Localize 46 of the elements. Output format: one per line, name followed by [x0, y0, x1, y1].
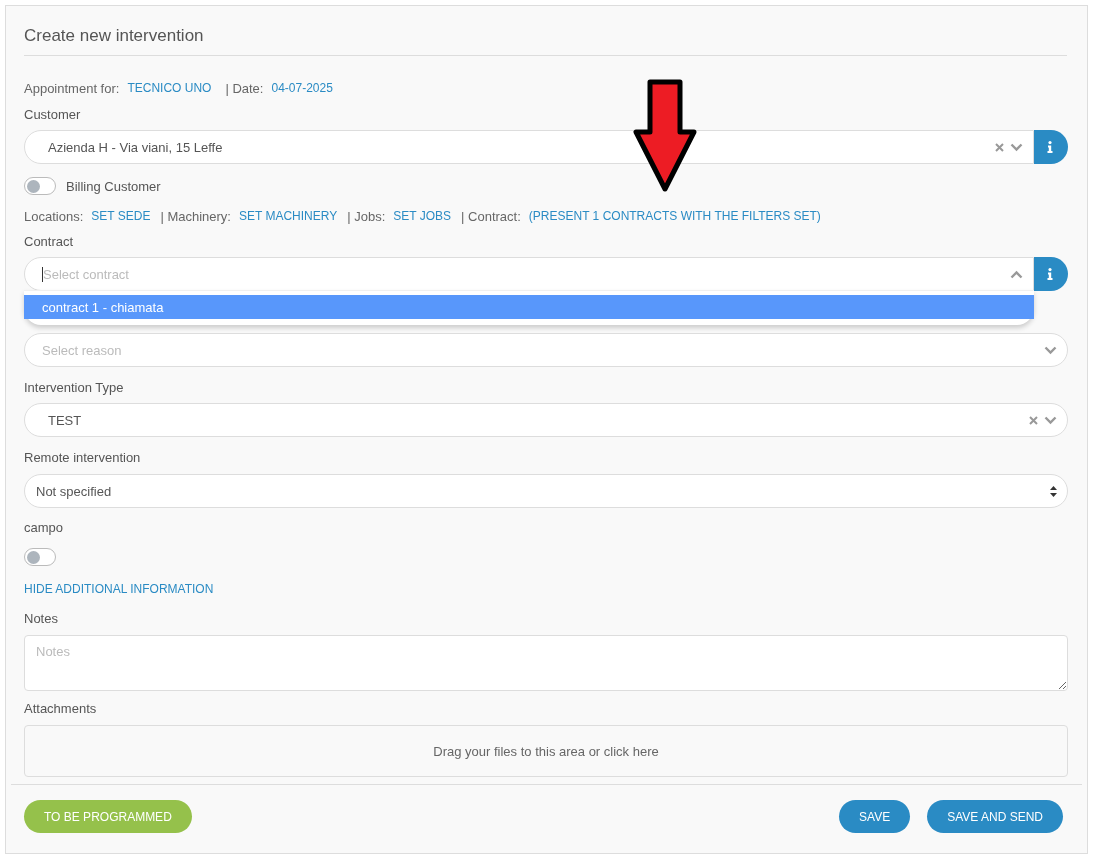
- field-label: campo: [24, 520, 65, 536]
- field-label: Contract: [24, 234, 75, 250]
- file-dropzone[interactable]: Drag your files to this area or click here: [24, 725, 1068, 777]
- toggle-switch[interactable]: [24, 177, 56, 195]
- dropdown-option[interactable]: contract 1 - chiamata: [24, 295, 1034, 319]
- form-title: Create new intervention: [24, 26, 1067, 56]
- date-label: | Date:: [225, 80, 264, 96]
- notes-field[interactable]: Notes: [24, 635, 1068, 691]
- chevron-up-icon: [1010, 269, 1023, 279]
- customer-select[interactable]: Azienda H - Via viani, 15 Leffe: [24, 130, 1034, 164]
- filter-link[interactable]: SET MACHINERY: [239, 209, 338, 223]
- filter-label: | Contract:: [461, 208, 521, 224]
- filter-link[interactable]: SET SEDE: [91, 209, 151, 223]
- hide-info-link[interactable]: HIDE ADDITIONAL INFORMATION: [24, 582, 214, 596]
- clear-icon[interactable]: [1029, 415, 1038, 425]
- filter-label: | Machinery:: [160, 208, 231, 224]
- info-icon: [1047, 268, 1053, 280]
- appointment-label: Appointment for:: [24, 80, 120, 96]
- sort-icon: [1050, 485, 1057, 497]
- filter-link[interactable]: SET JOBS: [393, 209, 452, 223]
- reason-select[interactable]: Select reason: [24, 333, 1068, 367]
- intervention-type-select[interactable]: TEST: [24, 403, 1068, 437]
- chevron-down-icon: [1010, 142, 1023, 152]
- save-button[interactable]: SAVE AND SEND: [927, 800, 1063, 833]
- field-label: Attachments: [24, 701, 98, 717]
- field-label: Customer: [24, 107, 82, 123]
- chevron-down-icon: [1044, 345, 1057, 355]
- contract-select[interactable]: Select contract: [24, 257, 1034, 291]
- field-label: Notes: [24, 611, 59, 627]
- info-button[interactable]: [1034, 130, 1068, 164]
- field-label: Intervention Type: [24, 380, 125, 396]
- save-button[interactable]: SAVE: [839, 800, 911, 833]
- remote-intervention-select[interactable]: Not specified: [24, 474, 1068, 508]
- chevron-down-icon: [1044, 415, 1057, 425]
- clear-icon[interactable]: [995, 142, 1004, 152]
- date-link[interactable]: 04-07-2025: [271, 81, 333, 95]
- info-button[interactable]: [1034, 257, 1068, 291]
- info-icon: [1047, 141, 1053, 153]
- status-button[interactable]: TO BE PROGRAMMED: [24, 800, 192, 833]
- filter-label: | Jobs:: [347, 208, 386, 224]
- technician-link[interactable]: TECNICO UNO: [127, 81, 212, 95]
- toggle-label: Billing Customer: [66, 178, 161, 194]
- filter-label: Locations:: [24, 208, 84, 224]
- field-label: Remote intervention: [24, 450, 142, 466]
- filter-link[interactable]: (PRESENT 1 CONTRACTS WITH THE FILTERS SET): [528, 209, 821, 223]
- toggle-switch[interactable]: [24, 548, 56, 566]
